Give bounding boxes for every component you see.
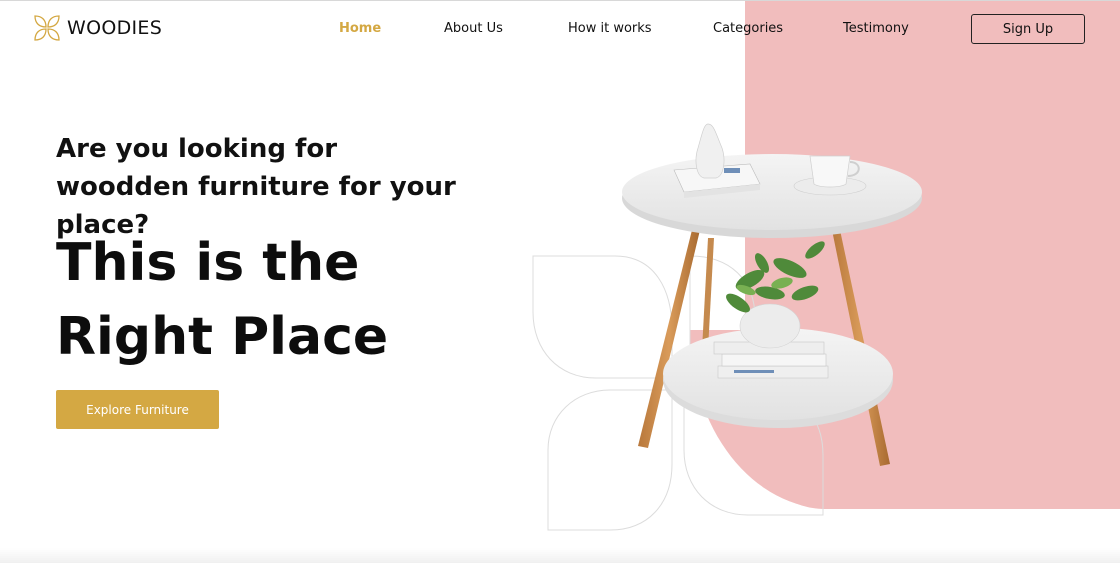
bottom-shadow	[0, 548, 1120, 563]
nav-about-us[interactable]: About Us	[444, 21, 503, 36]
hero-title-line-1: This is the	[56, 233, 360, 293]
hero-subtitle-text-1: Are you looking for	[56, 134, 338, 164]
side-table-icon	[622, 123, 922, 466]
nav-how-it-works[interactable]: How it works	[568, 21, 652, 36]
hero-title-line-2: Right Place	[56, 307, 389, 367]
hero-title: This is the Right Place	[56, 226, 516, 374]
hero-subtitle-bold: woodden furniture	[56, 172, 330, 202]
brand-name: WOODIES	[67, 17, 163, 39]
nav-home[interactable]: Home	[339, 21, 381, 36]
nav-testimony[interactable]: Testimony	[843, 21, 909, 36]
nav-categories[interactable]: Categories	[713, 21, 783, 36]
signup-button[interactable]: Sign Up	[971, 14, 1085, 44]
brand-logo[interactable]: WOODIES	[34, 15, 162, 41]
four-leaf-icon	[34, 15, 60, 41]
explore-furniture-button[interactable]: Explore Furniture	[56, 390, 219, 429]
